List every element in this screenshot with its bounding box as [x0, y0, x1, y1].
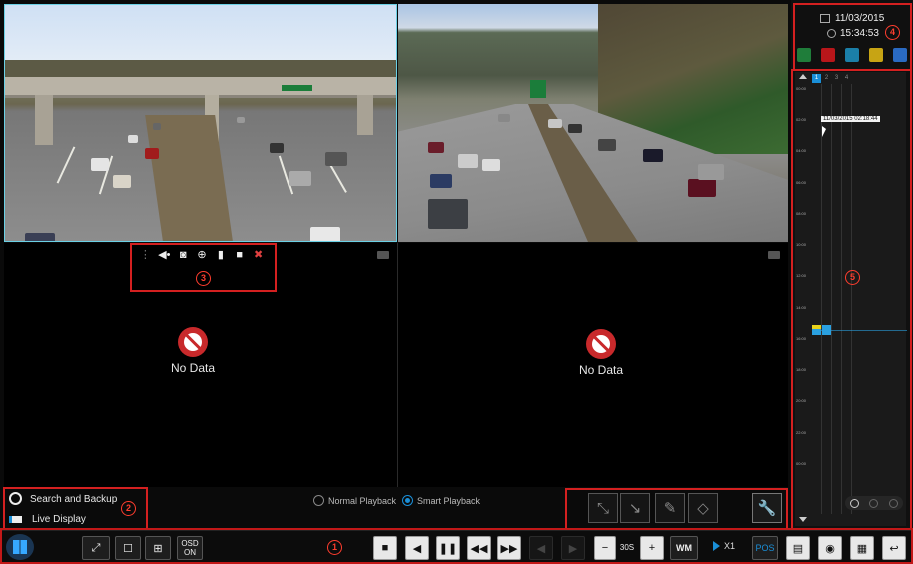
- watermark-button[interactable]: WM: [670, 536, 698, 560]
- highway-sign: [282, 85, 312, 91]
- step-interval-label: 30S: [619, 542, 635, 552]
- close-channel-icon[interactable]: ✖: [251, 248, 266, 262]
- backup-button[interactable]: ◉: [818, 536, 842, 560]
- fullscreen-button[interactable]: ⤢: [82, 536, 110, 560]
- timeline-ticks: 00:00 02:00 04:00 06:00 08:00 10:00 12:0…: [796, 86, 807, 466]
- motion-record-icon[interactable]: [845, 48, 859, 62]
- smart-playback-label[interactable]: Smart Playback: [417, 496, 480, 506]
- marker-1: 1: [327, 540, 342, 555]
- zoom-reset-icon[interactable]: [888, 498, 898, 508]
- video-clip-icon[interactable]: ■: [232, 248, 247, 262]
- next-frame-button[interactable]: ▶: [561, 536, 585, 560]
- playback-position-line: [812, 330, 907, 331]
- marker-2: 2: [121, 501, 136, 516]
- step-back-button[interactable]: −: [594, 536, 616, 560]
- start-menu-button[interactable]: [6, 534, 34, 560]
- camera-view-2[interactable]: [398, 4, 788, 242]
- timeline-channels: 1 2 3 4: [812, 74, 907, 514]
- calendar-icon: [820, 14, 830, 23]
- timeline-panel[interactable]: 1 2 3 4 11/03/2015 02:18:44 00:00 02:00 …: [795, 72, 907, 526]
- date-text: 11/03/2015: [835, 13, 885, 24]
- highway-sign: [530, 80, 546, 98]
- playback-speed: X1: [713, 541, 735, 551]
- play-speed-icon: [713, 541, 720, 551]
- timeline-cursor-label: 11/03/2015 02:18:44: [821, 116, 880, 122]
- single-view-button[interactable]: ☐: [115, 536, 141, 560]
- camera-toolbar: ⋮ ◀• ◙ ⊕ ▮ ■ ✖: [136, 246, 268, 264]
- camera-record-icon: [377, 251, 389, 259]
- camera-record-icon: [768, 251, 780, 259]
- no-data-indicator: No Data: [148, 327, 238, 375]
- quad-view-button[interactable]: ⊞: [145, 536, 171, 560]
- live-display-item[interactable]: Live Display: [9, 511, 86, 527]
- marker-3: 3: [196, 271, 211, 286]
- alarm-record-icon[interactable]: [869, 48, 883, 62]
- fast-forward-button[interactable]: ▶▶: [497, 536, 521, 560]
- timeline-zoom-controls: [845, 496, 903, 510]
- pause-button[interactable]: ❚❚: [436, 536, 460, 560]
- camera-view-4[interactable]: No Data: [398, 243, 788, 487]
- treeline: [5, 60, 396, 78]
- diamond-icon[interactable]: ◇: [688, 493, 718, 523]
- scroll-up-icon[interactable]: [799, 74, 807, 79]
- channel-header-2[interactable]: 2: [822, 74, 831, 83]
- clip-end-icon[interactable]: ↘: [620, 493, 650, 523]
- time-text: 15:34:53: [840, 28, 879, 39]
- no-video-icon: [178, 327, 208, 357]
- mouse-cursor-icon: [822, 126, 826, 137]
- channel-header-4[interactable]: 4: [842, 74, 851, 83]
- speed-label: X1: [724, 541, 736, 551]
- schedule-record-icon[interactable]: [821, 48, 835, 62]
- stop-button[interactable]: ■: [373, 536, 397, 560]
- overpass-bridge: [5, 77, 396, 98]
- zoom-in-icon[interactable]: [850, 498, 860, 508]
- drag-handle-icon[interactable]: ⋮: [138, 248, 153, 262]
- step-forward-button[interactable]: +: [640, 536, 664, 560]
- crop-icon[interactable]: ⤡: [588, 493, 618, 523]
- exit-button[interactable]: ↩: [882, 536, 906, 560]
- time-display: 15:34:53: [827, 28, 879, 39]
- search-icon: [9, 491, 22, 505]
- channel-header-3[interactable]: 3: [832, 74, 841, 83]
- search-backup-label: Search and Backup: [30, 493, 118, 505]
- grid-menu-icon: [13, 540, 27, 554]
- date-display: 11/03/2015: [820, 13, 884, 24]
- search-backup-item[interactable]: Search and Backup: [9, 491, 117, 507]
- clock-icon: [827, 29, 836, 38]
- edit-icon[interactable]: ✎: [655, 493, 685, 523]
- no-data-label: No Data: [578, 363, 624, 377]
- marker-4: 4: [885, 25, 900, 40]
- normal-playback-radio[interactable]: [313, 495, 324, 506]
- pos-button[interactable]: POS: [752, 536, 778, 560]
- live-display-label: Live Display: [32, 513, 86, 525]
- audio-icon[interactable]: ◀•: [157, 248, 172, 262]
- no-video-icon: [586, 329, 616, 359]
- camera-view-1[interactable]: [4, 4, 397, 242]
- osd-toggle-button[interactable]: OSD ON: [177, 536, 203, 560]
- snapshot-save-button[interactable]: ▦: [850, 536, 874, 560]
- wrench-icon[interactable]: 🔧: [752, 493, 782, 523]
- record-type-row: [797, 48, 907, 64]
- marker-5: 5: [845, 270, 860, 285]
- rewind-button[interactable]: ◀◀: [467, 536, 491, 560]
- grass-median: [145, 115, 235, 241]
- zoom-icon[interactable]: ⊕: [195, 248, 210, 262]
- prev-frame-button[interactable]: ◀: [529, 536, 553, 560]
- playback-mode-selector: Normal Playback Smart Playback: [313, 495, 480, 506]
- intelligent-record-icon[interactable]: [893, 48, 907, 62]
- event-list-button[interactable]: ▤: [786, 536, 810, 560]
- smart-playback-radio[interactable]: [402, 495, 414, 506]
- bookmark-icon[interactable]: ▮: [213, 248, 228, 262]
- snapshot-icon[interactable]: ◙: [176, 248, 191, 262]
- normal-playback-label[interactable]: Normal Playback: [328, 496, 396, 506]
- live-display-icon: [9, 515, 22, 523]
- zoom-out-icon[interactable]: [869, 498, 879, 508]
- channel-header-1[interactable]: 1: [812, 74, 821, 83]
- no-data-label: No Data: [170, 361, 216, 375]
- no-data-indicator: No Data: [556, 329, 646, 377]
- manual-record-icon[interactable]: [797, 48, 811, 62]
- scroll-down-icon[interactable]: [799, 517, 807, 522]
- reverse-play-button[interactable]: ◀: [405, 536, 429, 560]
